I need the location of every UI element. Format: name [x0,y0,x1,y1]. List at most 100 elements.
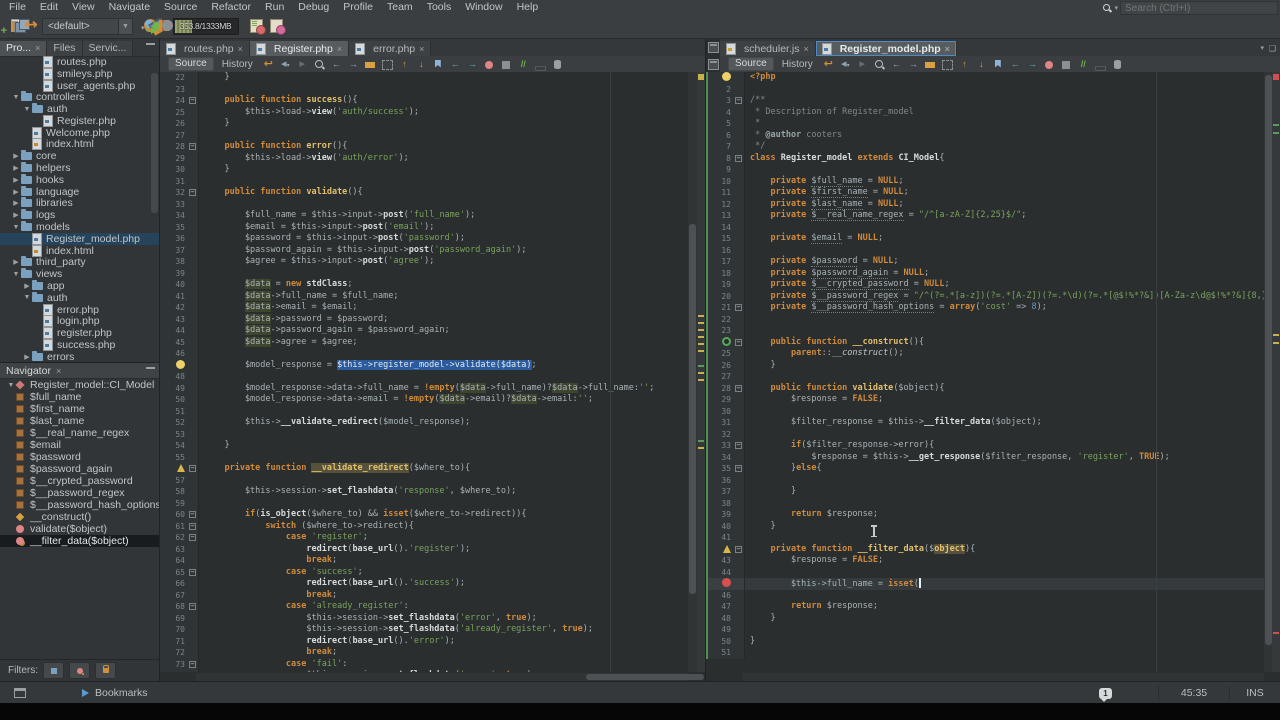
gutter-cell[interactable]: 2 [706,83,734,95]
fold-cell[interactable] [188,279,199,291]
navigator-item[interactable]: ▼ Register_model::CI_Model [0,379,159,391]
fold-cell[interactable] [734,221,745,233]
tree-item-libraries[interactable]: ▶ libraries [0,197,159,209]
gutter-cell[interactable]: 42 [160,302,188,314]
tab-list-icon[interactable]: ▾ [1260,44,1264,52]
tree-item-smileys-php[interactable]: smileys.php [0,67,159,80]
fold-cell[interactable] [188,267,199,279]
gutter-cell[interactable] [706,336,734,348]
fold-collapse-icon[interactable]: − [189,97,196,104]
gutter-cell[interactable]: 28 [706,382,734,394]
gutter-cell[interactable] [706,578,734,590]
prev-occurrence-icon[interactable] [329,58,344,71]
fold-collapse-icon[interactable]: − [735,442,742,449]
fold-cell[interactable] [734,417,745,429]
tree-item-login-php[interactable]: login.php [0,315,159,328]
tree-item-user-agents-php[interactable]: user_agents.php [0,79,159,92]
rect-select-icon[interactable] [940,58,955,71]
tree-item-hooks[interactable]: ▶ hooks [0,173,159,186]
fold-cell[interactable] [734,532,745,544]
gutter-cell[interactable]: 49 [706,624,734,636]
gutter-cell[interactable]: 13 [706,210,734,222]
gutter-cell[interactable]: 66 [160,578,188,590]
gutter-cell[interactable]: 57 [160,474,188,486]
comment-lines-icon[interactable] [516,58,531,71]
gutter-cell[interactable]: 23 [706,325,734,337]
gutter-cell[interactable]: 25 [160,106,188,118]
back-history-icon[interactable] [1008,58,1023,71]
find-selection-icon[interactable] [872,58,887,71]
fold-cell[interactable] [188,233,199,245]
gutter-cell[interactable]: 41 [160,290,188,302]
fold-cell[interactable] [188,221,199,233]
gutter-cell[interactable]: 34 [706,451,734,463]
menu-debug[interactable]: Debug [291,1,336,13]
gutter-cell[interactable]: 29 [160,152,188,164]
gutter-cell[interactable]: 58 [160,486,188,498]
comment-lines-icon[interactable] [1076,58,1091,71]
fold-cell[interactable] [734,348,745,360]
fold-collapse-icon[interactable]: − [189,568,196,576]
gutter-cell[interactable]: 33 [706,440,734,452]
fold-cell[interactable] [734,129,745,141]
gutter-cell[interactable]: 24 [160,95,188,107]
gutter-cell[interactable]: 26 [160,118,188,130]
forward-icon[interactable] [855,58,870,71]
menu-file[interactable]: File [2,1,33,13]
gutter-cell[interactable]: 49 [160,382,188,394]
tree-item-register-model-php[interactable]: Register_model.php [0,232,159,245]
split-document-icon[interactable] [708,42,719,53]
gutter-cell[interactable]: 32 [160,187,188,199]
gutter-cell[interactable]: 30 [160,164,188,176]
fold-cell[interactable] [188,371,199,383]
gutter-cell[interactable]: 14 [706,221,734,233]
expand-icon[interactable]: ▶ [22,282,32,290]
fold-cell[interactable] [188,474,199,486]
fold-cell[interactable] [734,647,745,659]
gutter-cell[interactable]: 27 [160,129,188,141]
fold-cell[interactable] [188,647,199,659]
navigator-item[interactable]: __filter_data($object) [0,535,159,547]
fold-cell[interactable] [188,486,199,498]
gutter-cell[interactable]: 36 [706,474,734,486]
fold-cell[interactable] [734,566,745,578]
fold-cell[interactable] [188,612,199,624]
gutter-cell[interactable]: 34 [160,210,188,222]
gutter-cell[interactable]: 44 [160,325,188,337]
tree-item-auth[interactable]: ▼ auth [0,291,159,304]
gutter-cell[interactable]: 27 [706,371,734,383]
gutter-cell[interactable] [706,72,734,84]
tree-item-logs[interactable]: ▶ logs [0,209,159,221]
fold-cell[interactable] [188,72,199,84]
gutter-cell[interactable]: 48 [160,371,188,383]
fold-cell[interactable]: − [734,543,745,555]
collapse-icon[interactable]: ▼ [22,106,32,113]
gutter-cell[interactable]: 50 [706,635,734,647]
fold-cell[interactable]: − [188,141,199,153]
gutter-cell[interactable]: 67 [160,589,188,601]
gutter-cell[interactable]: 53 [160,428,188,440]
gutter-cell[interactable]: 18 [706,267,734,279]
fold-cell[interactable] [734,72,745,84]
menu-profile[interactable]: Profile [336,1,380,13]
tree-item-index-html[interactable]: index.html [0,138,159,151]
tree-item-success-php[interactable]: success.php [0,339,159,352]
navigator-item[interactable]: $email [0,439,159,451]
back-history-icon[interactable] [448,58,463,71]
stripe-status-icon[interactable] [698,74,704,80]
search-icon[interactable] [1102,3,1112,13]
maximize-window-icon[interactable]: ❑ [1269,44,1276,53]
fold-cell[interactable] [188,244,199,256]
forward-icon[interactable] [295,58,310,71]
expand-icon[interactable]: ▶ [22,353,32,361]
fold-cell[interactable]: − [188,95,199,107]
fold-cell[interactable] [188,175,199,187]
collapse-icon[interactable]: ▼ [11,224,21,231]
expand-icon[interactable]: ▶ [11,199,21,207]
fold-cell[interactable] [734,106,745,118]
tree-item-auth[interactable]: ▼ auth [0,103,159,115]
bulb-icon[interactable] [176,359,185,369]
navigator-item[interactable]: $password_again [0,463,159,475]
gutter-cell[interactable]: 30 [706,405,734,417]
tab-projects[interactable]: Pro... × [0,41,48,56]
